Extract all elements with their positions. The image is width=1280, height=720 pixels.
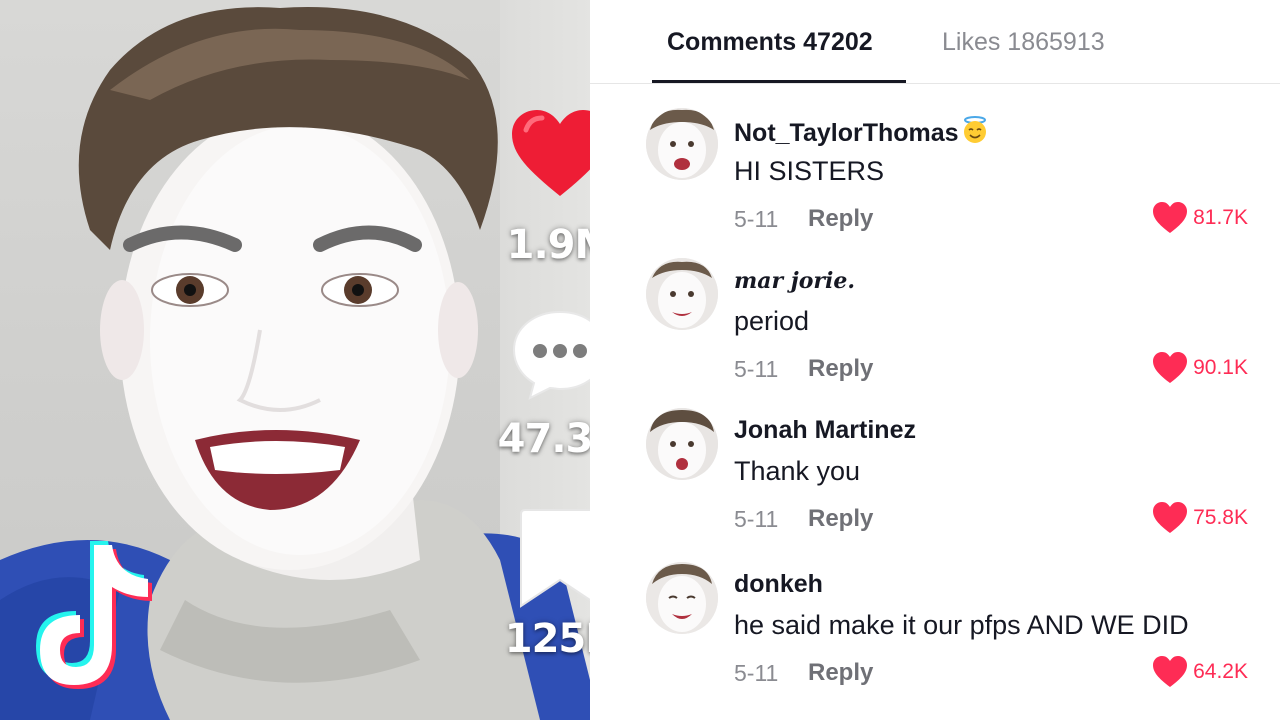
comment-item: Jonah Martinez Thank you 5-11 Reply 75.8…: [590, 408, 1280, 558]
avatar[interactable]: [646, 108, 718, 180]
username-text: Not_TaylorThomas: [734, 119, 959, 147]
comment-date: 5-11: [734, 356, 779, 382]
comment-username[interactable]: mar jorie.: [734, 268, 855, 294]
comment-username[interactable]: Jonah Martinez: [734, 416, 916, 445]
video-player[interactable]: 1.9M 47.3K 125K: [0, 0, 640, 720]
heart-small-icon: [1153, 502, 1188, 533]
comment-text: Thank you: [734, 456, 861, 486]
reply-button[interactable]: Reply: [808, 659, 873, 687]
avatar[interactable]: [646, 258, 718, 330]
comment-date: 5-11: [734, 206, 779, 232]
comment-text: HI SISTERS: [734, 156, 885, 186]
comment-like-count: 75.8K: [1193, 506, 1248, 529]
avatar-image: [646, 108, 718, 180]
avatar-image: [646, 408, 718, 480]
reply-button[interactable]: Reply: [808, 205, 873, 233]
avatar[interactable]: [646, 408, 718, 480]
avatar[interactable]: [646, 562, 718, 634]
comment-item: mar jorie. period 5-11 Reply 90.1K: [590, 258, 1280, 408]
comment-like-count: 64.2K: [1193, 660, 1248, 683]
tab-bar: Comments 47202 Likes 1865913: [590, 0, 1280, 84]
comment-like-count: 90.1K: [1193, 356, 1248, 379]
tiktok-logo: [36, 541, 152, 689]
heart-small-icon: [1153, 352, 1188, 383]
comment-username[interactable]: Not_TaylorThomas: [734, 116, 989, 151]
avatar-image: [646, 562, 718, 634]
comment-date: 5-11: [734, 660, 779, 686]
comment-date: 5-11: [734, 506, 779, 532]
comment-like-button[interactable]: 90.1K: [1153, 352, 1248, 384]
comment-like-count: 81.7K: [1193, 206, 1248, 229]
comment-item: donkeh he said make it our pfps AND WE D…: [590, 562, 1280, 712]
tab-comments[interactable]: Comments 47202: [667, 28, 873, 57]
comments-panel: Comments 47202 Likes 1865913 Not_TaylorT…: [590, 0, 1280, 720]
reply-button[interactable]: Reply: [808, 355, 873, 383]
reply-button[interactable]: Reply: [808, 505, 873, 533]
comment-text: he said make it our pfps AND WE DID: [734, 610, 1189, 640]
comment-like-button[interactable]: 81.7K: [1153, 202, 1248, 234]
avatar-image: [646, 258, 718, 330]
heart-small-icon: [1153, 202, 1188, 233]
smiling-halo-emoji-icon: [961, 116, 989, 151]
active-tab-indicator: [652, 80, 906, 83]
heart-small-icon: [1153, 656, 1188, 687]
tab-likes[interactable]: Likes 1865913: [942, 28, 1105, 57]
comment-text: period: [734, 306, 810, 336]
comment-like-button[interactable]: 75.8K: [1153, 502, 1248, 534]
comment-like-button[interactable]: 64.2K: [1153, 656, 1248, 688]
comment-item: Not_TaylorThomas HI SISTERS 5-11 Reply 8…: [590, 108, 1280, 258]
comment-username[interactable]: donkeh: [734, 570, 823, 599]
